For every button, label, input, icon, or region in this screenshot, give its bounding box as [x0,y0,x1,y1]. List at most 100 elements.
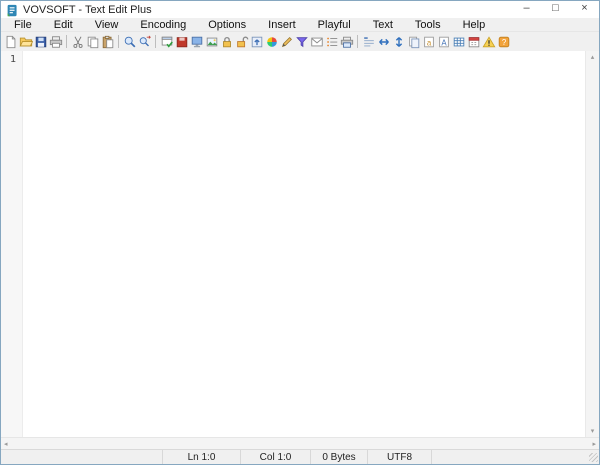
menu-bar: File Edit View Encoding Options Insert P… [1,18,599,31]
scroll-down-icon[interactable]: ▾ [591,427,595,435]
toolbar-button-open-folder[interactable] [18,33,33,50]
scroll-right-icon[interactable]: ▸ [592,440,596,448]
status-encoding: UTF8 [368,450,432,464]
filter-icon [295,35,309,49]
toolbar-button-help[interactable]: ? [496,33,511,50]
resize-grip-icon[interactable] [589,453,598,462]
open-folder-icon [19,35,33,49]
maximize-button[interactable]: □ [541,1,570,18]
menu-item-options[interactable]: Options [197,19,257,31]
toolbar-button-find-replace[interactable] [137,33,152,50]
toolbar-button-cut[interactable] [70,33,85,50]
window-controls: – □ × [512,1,599,18]
uppercase-icon: A [437,35,451,49]
menu-item-insert[interactable]: Insert [257,19,307,31]
monitor-icon [190,35,204,49]
menu-item-view[interactable]: View [84,19,130,31]
status-bar: Ln 1:0 Col 1:0 0 Bytes UTF8 [1,449,599,464]
toolbar-button-print-preview[interactable] [339,33,354,50]
paste-icon [101,35,115,49]
title-bar: VOVSOFT - Text Edit Plus – □ × [1,1,599,18]
horizontal-scrollbar[interactable]: ◂ ▸ [1,437,599,449]
toolbar-button-red-book[interactable] [174,33,189,50]
toolbar-button-print[interactable] [48,33,63,50]
menu-item-text[interactable]: Text [362,19,404,31]
toolbar-button-save[interactable] [33,33,48,50]
new-file-icon [4,35,18,49]
menu-item-tools[interactable]: Tools [404,19,452,31]
toolbar-separator [66,35,67,48]
toolbar-button-export-box[interactable] [249,33,264,50]
toolbar-button-find[interactable] [122,33,137,50]
app-window: VOVSOFT - Text Edit Plus – □ × File Edit… [0,0,600,465]
find-icon [123,35,137,49]
toolbar-button-swap-vertical[interactable] [391,33,406,50]
lowercase-icon: a [422,35,436,49]
spell-check-icon [160,35,174,49]
toolbar-button-list[interactable] [324,33,339,50]
cut-icon [71,35,85,49]
toolbar-button-line-format[interactable] [361,33,376,50]
toolbar-button-swap-horizontal[interactable] [376,33,391,50]
editor-textarea[interactable] [23,51,585,437]
toolbar-button-copy[interactable] [85,33,100,50]
status-line: Ln 1:0 [163,450,241,464]
duplicate-page-icon [407,35,421,49]
minimize-button[interactable]: – [512,1,541,18]
toolbar-separator [357,35,358,48]
line-number: 1 [10,54,16,65]
help-icon: ? [497,35,511,49]
red-book-icon [175,35,189,49]
lock-icon [220,35,234,49]
line-format-icon [362,35,376,49]
close-icon: × [581,3,587,14]
toolbar-button-monitor[interactable] [189,33,204,50]
print-preview-icon [340,35,354,49]
toolbar-separator [118,35,119,48]
swap-horizontal-icon [377,35,391,49]
toolbar-button-insert-image[interactable] [204,33,219,50]
svg-text:A: A [441,38,447,47]
toolbar-button-warning[interactable] [481,33,496,50]
line-number-gutter: 1 [1,51,23,437]
email-icon [310,35,324,49]
vertical-scrollbar[interactable]: ▴ ▾ [585,51,599,437]
status-tail [432,450,599,464]
status-column: Col 1:0 [241,450,311,464]
toolbar-button-email[interactable] [309,33,324,50]
toolbar-button-lowercase[interactable]: a [421,33,436,50]
toolbar-button-lock[interactable] [219,33,234,50]
find-replace-icon [138,35,152,49]
toolbar-separator [155,35,156,48]
toolbar: aA? [1,31,599,51]
toolbar-button-table[interactable] [451,33,466,50]
window-title: VOVSOFT - Text Edit Plus [23,4,152,16]
scroll-up-icon[interactable]: ▴ [591,53,595,61]
print-icon [49,35,63,49]
table-icon [452,35,466,49]
menu-item-edit[interactable]: Edit [43,19,84,31]
menu-item-playful[interactable]: Playful [307,19,362,31]
status-spacer [1,450,163,464]
scroll-left-icon[interactable]: ◂ [4,440,8,448]
toolbar-button-uppercase[interactable]: A [436,33,451,50]
toolbar-button-duplicate-page[interactable] [406,33,421,50]
list-icon [325,35,339,49]
toolbar-button-new-file[interactable] [3,33,18,50]
export-box-icon [250,35,264,49]
menu-item-file[interactable]: File [3,19,43,31]
toolbar-button-color-wheel[interactable] [264,33,279,50]
toolbar-button-calendar[interactable] [466,33,481,50]
copy-icon [86,35,100,49]
menu-item-help[interactable]: Help [452,19,497,31]
menu-item-encoding[interactable]: Encoding [129,19,197,31]
close-button[interactable]: × [570,1,599,18]
minimize-icon: – [523,3,529,14]
editor-area: 1 ▴ ▾ [1,51,599,437]
pencil-icon [280,35,294,49]
toolbar-button-pencil[interactable] [279,33,294,50]
toolbar-button-spell-check[interactable] [159,33,174,50]
toolbar-button-paste[interactable] [100,33,115,50]
toolbar-button-unlock[interactable] [234,33,249,50]
toolbar-button-filter[interactable] [294,33,309,50]
